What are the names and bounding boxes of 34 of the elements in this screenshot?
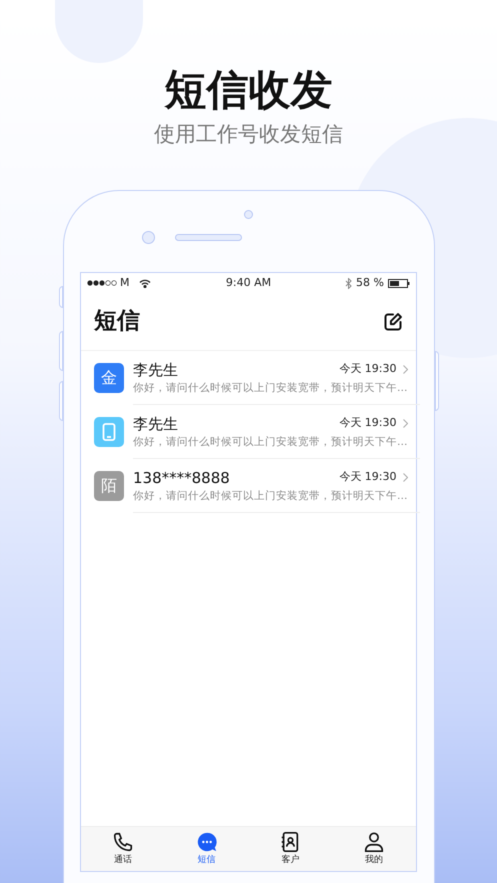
contact-name: 138****8888 <box>133 468 231 488</box>
compose-icon[interactable] <box>383 312 403 332</box>
battery-icon <box>388 278 410 288</box>
message-preview: 你好，请问什么时候可以上门安装宽带，预计明天下午… <box>133 434 408 450</box>
tab-item[interactable]: 我的 <box>332 827 416 871</box>
wifi-icon <box>138 278 150 288</box>
message-time: 今天 19:30 <box>339 469 396 486</box>
carrier-label: M <box>120 274 130 291</box>
phone-icon <box>112 830 134 853</box>
message-time: 今天 19:30 <box>339 415 396 432</box>
chat-bubble-icon <box>196 830 218 853</box>
chevron-right-icon <box>402 419 408 428</box>
message-preview: 你好，请问什么时候可以上门安装宽带，预计明天下午… <box>133 488 408 504</box>
signal-dots-icon <box>87 280 117 286</box>
tab-item[interactable]: 短信 <box>164 827 248 871</box>
message-time: 今天 19:30 <box>339 361 396 378</box>
person-icon <box>363 830 386 853</box>
tab-item[interactable]: 通话 <box>81 827 165 871</box>
chevron-right-icon <box>402 473 408 482</box>
screen-title: 短信 <box>94 307 140 336</box>
headline: 短信收发 <box>164 64 332 116</box>
chevron-right-icon <box>402 365 408 374</box>
subtitle: 使用工作号收发短信 <box>154 121 343 148</box>
speaker-slot <box>174 234 242 241</box>
message-preview: 你好，请问什么时候可以上门安装宽带，预计明天下午… <box>133 380 408 396</box>
battery-percent: 58 % <box>356 274 384 291</box>
contact-name: 李先生 <box>133 360 179 380</box>
avatar-badge: 陌 <box>94 471 124 501</box>
front-camera <box>142 231 154 244</box>
avatar-badge: 金 <box>94 363 124 393</box>
contact-name: 李先生 <box>133 414 179 434</box>
status-time: 9:40 AM <box>224 274 272 291</box>
bluetooth-icon <box>345 278 352 288</box>
tab-item[interactable]: 客户 <box>248 827 332 871</box>
